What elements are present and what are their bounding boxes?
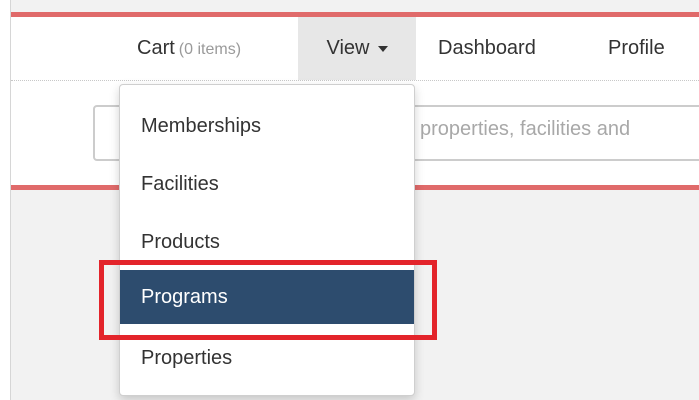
profile-link[interactable]: Profile [608,17,665,80]
cart-count: (0 items) [178,41,242,58]
cart-link[interactable]: Cart (0 items) [137,17,241,80]
search-placeholder: properties, facilities and [420,118,631,140]
menu-item-memberships[interactable]: Memberships [120,101,414,151]
caret-down-icon [377,45,388,52]
view-label: View [326,37,370,59]
menu-item-facilities[interactable]: Facilities [120,159,414,209]
view-dropdown-toggle[interactable]: View [298,17,416,80]
highlight-outline [99,260,437,340]
menu-item-properties[interactable]: Properties [120,333,414,383]
dashboard-link[interactable]: Dashboard [438,17,536,80]
view-dropdown-menu: Memberships Facilities Products Programs… [119,84,415,396]
cart-label: Cart [137,37,175,59]
